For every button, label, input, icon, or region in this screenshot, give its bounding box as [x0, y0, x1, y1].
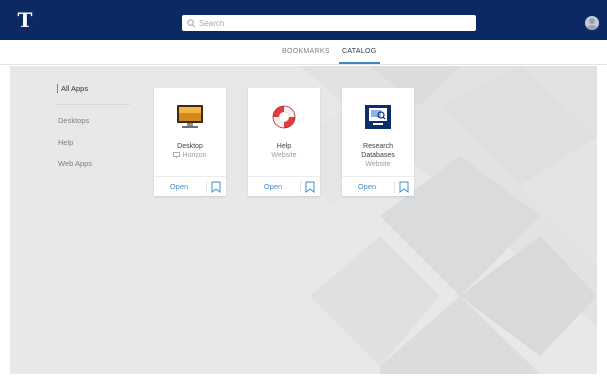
app-title-desktop: Desktop	[177, 143, 203, 150]
app-card-help[interactable]: Help Website Open	[248, 88, 320, 196]
tab-bookmarks[interactable]: BOOKMARKS	[282, 47, 330, 64]
footer-divider	[300, 181, 301, 193]
bookmark-icon[interactable]	[399, 181, 409, 193]
research-databases-icon	[365, 105, 391, 129]
search-icon	[187, 18, 196, 27]
open-button[interactable]: Open	[248, 182, 298, 191]
tab-bar: BOOKMARKS CATALOG	[0, 40, 607, 65]
top-navigation-bar: 𝐓 Search	[0, 0, 607, 40]
sidebar-item-help[interactable]: Help	[58, 138, 73, 147]
sidebar-item-web-apps[interactable]: Web Apps	[58, 159, 92, 168]
monitor-icon	[173, 152, 181, 158]
app-card-desktop[interactable]: Desktop Horizon Open	[154, 88, 226, 196]
footer-divider	[394, 181, 395, 193]
desktop-monitor-icon	[177, 105, 203, 128]
bookmark-icon[interactable]	[211, 181, 221, 193]
card-footer: Open	[248, 176, 320, 196]
card-footer: Open	[342, 176, 414, 196]
avatar-person-icon	[587, 18, 597, 30]
open-button[interactable]: Open	[154, 182, 204, 191]
university-logo-icon[interactable]: 𝐓	[14, 9, 36, 31]
search-box[interactable]: Search	[182, 15, 476, 31]
app-title-help: Help	[276, 143, 292, 150]
sidebar-item-all-apps[interactable]: All Apps	[57, 84, 88, 93]
app-title-research: Research	[363, 143, 393, 150]
app-subtitle-help: Website	[271, 152, 297, 159]
footer-divider	[206, 181, 207, 193]
open-button[interactable]: Open	[342, 182, 392, 191]
tab-catalog[interactable]: CATALOG	[339, 47, 380, 64]
app-subtitle-research: Website	[365, 161, 391, 168]
sidebar-item-desktops[interactable]: Desktops	[58, 116, 89, 125]
bookmark-icon[interactable]	[305, 181, 315, 193]
app-title-databases: Databases	[361, 152, 395, 159]
app-subtitle-desktop: Horizon	[154, 152, 226, 160]
card-footer: Open	[154, 176, 226, 196]
app-subtitle-text: Horizon	[182, 152, 207, 159]
search-input[interactable]: Search	[199, 19, 224, 28]
lifebuoy-icon	[272, 105, 296, 129]
catalog-main-area: All Apps Desktops Help Web Apps Desktop …	[10, 66, 597, 374]
sidebar-divider	[56, 104, 130, 105]
app-card-research-databases[interactable]: Research Databases Website Open	[342, 88, 414, 196]
user-avatar[interactable]	[585, 16, 599, 30]
